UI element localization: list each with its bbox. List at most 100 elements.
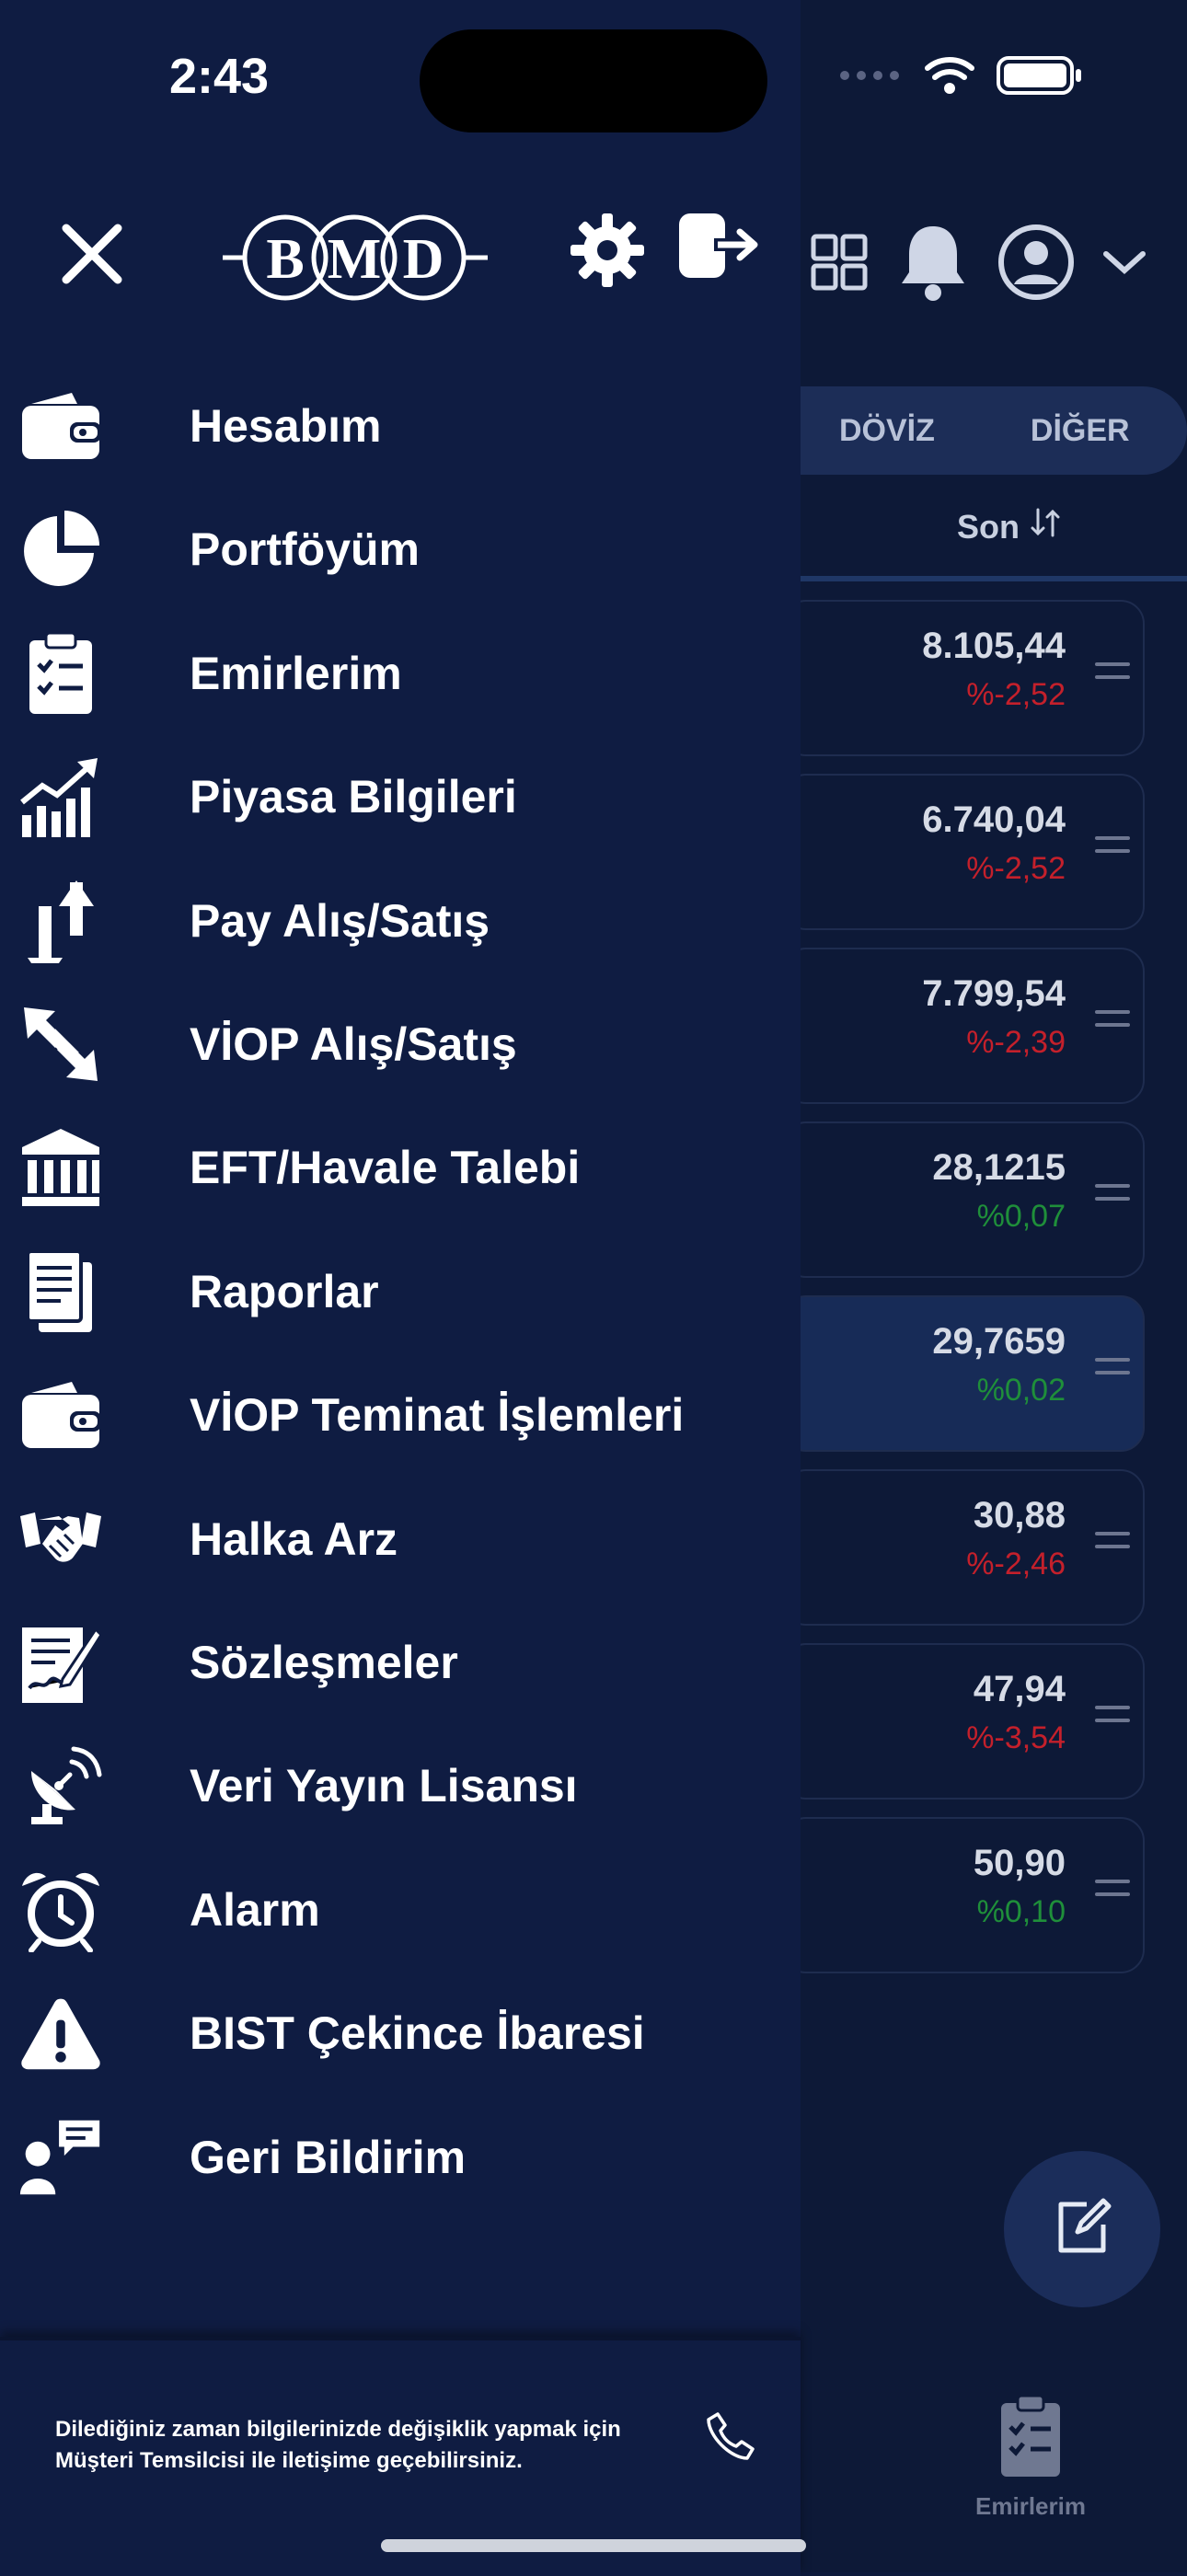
- home-indicator: [381, 2539, 806, 2552]
- menu-item-label: Emirlerim: [190, 647, 402, 699]
- edit-fab-button[interactable]: [1004, 2151, 1160, 2307]
- column-header-son[interactable]: Son: [957, 506, 1062, 547]
- wallet-icon: [18, 1373, 103, 1457]
- menu-item-label: BIST Çekince İbaresi: [190, 2007, 645, 2060]
- price-row[interactable]: 47,94 %-3,54: [782, 1643, 1145, 1800]
- menu-item-wallet[interactable]: VİOP Teminat İşlemleri: [0, 1353, 801, 1477]
- bottom-tab-emirlerim[interactable]: Emirlerim: [929, 2392, 1132, 2521]
- menu-item-label: Pay Alış/Satış: [190, 894, 490, 947]
- signal-icon: [839, 66, 904, 89]
- logout-icon[interactable]: [677, 210, 760, 288]
- menu-item-wallet[interactable]: Hesabım: [0, 364, 801, 488]
- drag-handle-icon[interactable]: [1095, 1706, 1130, 1731]
- feedback-icon: [18, 2115, 103, 2200]
- wallet-icon: [18, 384, 103, 468]
- status-time: 2:43: [169, 49, 270, 104]
- last-price: 50,90: [973, 1843, 1066, 1883]
- drag-handle-icon[interactable]: [1095, 1880, 1130, 1905]
- sort-icon: [1029, 506, 1062, 547]
- warning-icon: [18, 1991, 103, 2076]
- menu-item-satellite-dish[interactable]: Veri Yayın Lisansı: [0, 1724, 801, 1847]
- drag-handle-icon[interactable]: [1095, 1532, 1130, 1558]
- menu-item-bank[interactable]: EFT/Havale Talebi: [0, 1106, 801, 1229]
- menu-item-arrows-diagonal[interactable]: VİOP Alış/Satış: [0, 983, 801, 1106]
- last-price: 6.740,04: [922, 799, 1066, 840]
- menu-item-handshake[interactable]: Halka Arz: [0, 1478, 801, 1601]
- price-row[interactable]: 6.740,04 %-2,52: [782, 774, 1145, 930]
- last-price: 47,94: [973, 1669, 1066, 1709]
- menu-item-label: Sözleşmeler: [190, 1637, 458, 1688]
- last-price: 29,7659: [932, 1321, 1066, 1362]
- battery-icon: [996, 55, 1084, 100]
- last-price: 28,1215: [932, 1147, 1066, 1188]
- menu-item-feedback[interactable]: Geri Bildirim: [0, 2096, 801, 2219]
- menu-item-label: VİOP Alış/Satış: [190, 1018, 517, 1070]
- price-row[interactable]: 29,7659 %0,02: [782, 1295, 1145, 1452]
- menu-item-warning[interactable]: BIST Çekince İbaresi: [0, 1972, 801, 2095]
- svg-text:B: B: [266, 228, 304, 291]
- document-icon: [18, 1248, 103, 1334]
- drawer-top-bar: BMD: [0, 202, 801, 313]
- menu-item-label: Geri Bildirim: [190, 2131, 467, 2183]
- menu-item-label: Halka Arz: [190, 1512, 398, 1565]
- menu-item-clipboard-check[interactable]: Emirlerim: [0, 612, 801, 735]
- status-indicators: [839, 55, 1084, 100]
- chevron-down-icon[interactable]: [1102, 248, 1147, 281]
- svg-text:D: D: [403, 228, 444, 291]
- alarm-clock-icon: [18, 1868, 103, 1952]
- price-row[interactable]: 50,90 %0,10: [782, 1817, 1145, 1973]
- last-price: 30,88: [973, 1495, 1066, 1535]
- price-row[interactable]: 28,1215 %0,07: [782, 1121, 1145, 1278]
- arrows-up-down-icon: [18, 879, 103, 963]
- profile-icon[interactable]: [997, 224, 1075, 305]
- menu-item-arrows-up-down[interactable]: Pay Alış/Satış: [0, 859, 801, 983]
- menu-item-label: Raporlar: [190, 1265, 379, 1317]
- price-row[interactable]: 8.105,44 %-2,52: [782, 600, 1145, 756]
- settings-gear-icon[interactable]: [569, 212, 646, 293]
- contract-sign-icon: [18, 1620, 103, 1705]
- menu-item-label: EFT/Havale Talebi: [190, 1142, 581, 1194]
- bell-icon[interactable]: [896, 221, 970, 308]
- drag-handle-icon[interactable]: [1095, 836, 1130, 862]
- change-percent: %-2,52: [966, 677, 1066, 712]
- background-header-icons: [810, 221, 1147, 308]
- menu-item-label: VİOP Teminat İşlemleri: [190, 1389, 685, 1442]
- last-price: 7.799,54: [922, 973, 1066, 1014]
- menu-item-contract-sign[interactable]: Sözleşmeler: [0, 1601, 801, 1724]
- menu-item-label: Veri Yayın Lisansı: [190, 1760, 578, 1812]
- tab-diger[interactable]: DİĞER: [1031, 413, 1130, 449]
- change-percent: %-2,52: [966, 851, 1066, 886]
- menu-item-chart-trend[interactable]: Piyasa Bilgileri: [0, 735, 801, 858]
- edit-icon: [1050, 2195, 1114, 2264]
- change-percent: %0,02: [976, 1373, 1066, 1408]
- menu-item-label: Alarm: [190, 1883, 320, 1936]
- price-row[interactable]: 30,88 %-2,46: [782, 1469, 1145, 1626]
- menu-item-document[interactable]: Raporlar: [0, 1230, 801, 1353]
- menu-item-alarm-clock[interactable]: Alarm: [0, 1848, 801, 1972]
- svg-text:M: M: [328, 228, 382, 291]
- chart-trend-icon: [18, 754, 103, 839]
- change-percent: %-2,39: [966, 1025, 1066, 1060]
- change-percent: %0,07: [976, 1199, 1066, 1234]
- grid-icon[interactable]: [810, 233, 869, 296]
- phone-icon[interactable]: [705, 2410, 756, 2467]
- drag-handle-icon[interactable]: [1095, 662, 1130, 688]
- drag-handle-icon[interactable]: [1095, 1358, 1130, 1384]
- navigation-drawer: 2:43 BMD Hesabım Portföyüm Emirlerim Piy…: [0, 0, 1081, 2576]
- price-row[interactable]: 7.799,54 %-2,39: [782, 948, 1145, 1104]
- menu-item-label: Portföyüm: [190, 523, 420, 576]
- menu-item-pie-chart[interactable]: Portföyüm: [0, 488, 801, 611]
- menu-item-label: Piyasa Bilgileri: [190, 771, 517, 823]
- menu-item-label: Hesabım: [190, 400, 382, 452]
- tab-doviz[interactable]: DÖVİZ: [839, 413, 935, 449]
- column-underline: [801, 576, 1187, 581]
- close-icon[interactable]: [59, 221, 125, 292]
- handshake-icon: [18, 1497, 103, 1581]
- satellite-dish-icon: [18, 1743, 103, 1828]
- footer-info-text: Dilediğiniz zaman bilgilerinizde değişik…: [55, 2417, 621, 2473]
- change-percent: %-2,46: [966, 1547, 1066, 1581]
- drag-handle-icon[interactable]: [1095, 1010, 1130, 1036]
- change-percent: %-3,54: [966, 1720, 1066, 1755]
- pie-chart-icon: [18, 507, 103, 592]
- drag-handle-icon[interactable]: [1095, 1184, 1130, 1210]
